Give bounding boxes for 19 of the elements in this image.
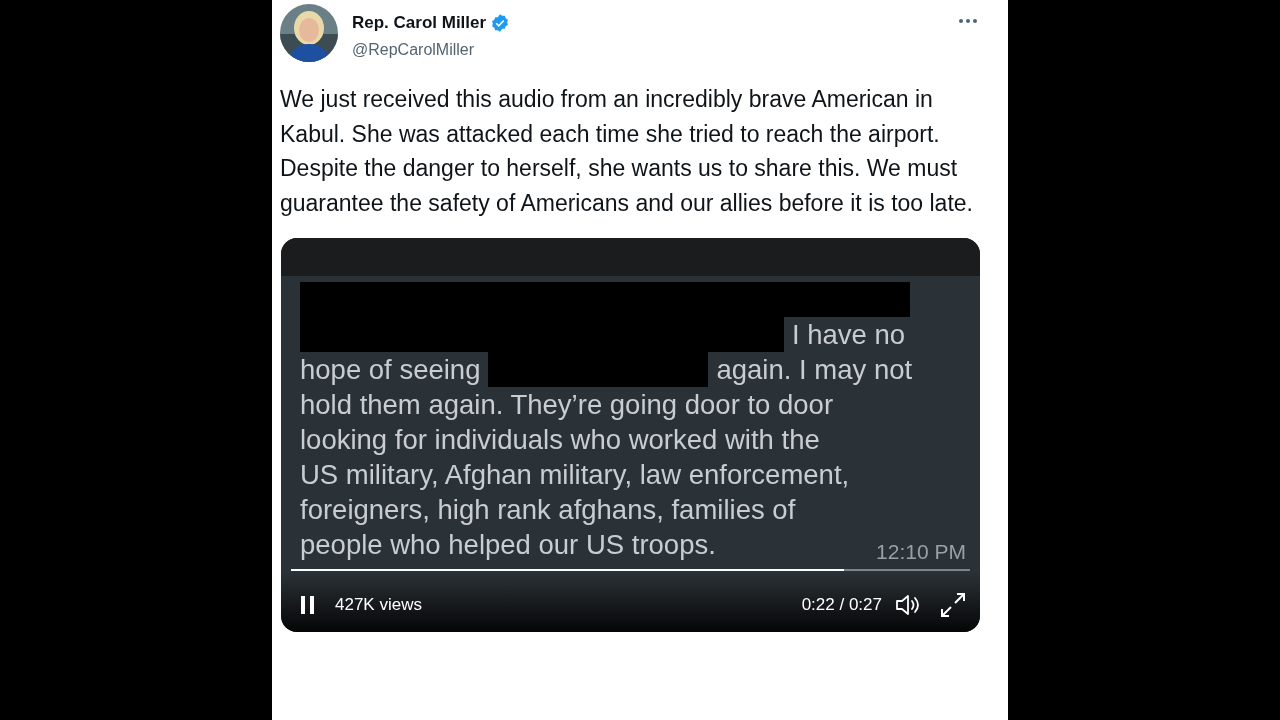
view-count: 427K views xyxy=(335,594,422,617)
more-options-icon[interactable] xyxy=(958,18,978,24)
message-time: 12:10 PM xyxy=(876,539,966,565)
volume-icon[interactable] xyxy=(894,593,922,617)
message-text: hold them again. They’re going door to door xyxy=(300,387,834,422)
message-text: I have no xyxy=(792,317,906,352)
message-text: people who helped our US troops. xyxy=(300,527,716,562)
video-player[interactable] xyxy=(281,238,980,632)
tweet-text: We just received this audio from an incredibly brave American in Kabul. She was attacked each time she tried to reach the airport. Despite the danger to herself, she wants us to share this. We must guarantee the safety of Americans and our allies before it is too late. xyxy=(280,85,974,218)
message-text: US military, Afghan military, law enforcement, xyxy=(300,457,850,492)
message-text: foreigners, high rank afghans, families of xyxy=(300,492,796,527)
message-text: again. I may not xyxy=(716,352,913,387)
fullscreen-icon[interactable] xyxy=(940,592,966,618)
author-handle[interactable]: @RepCarolMiller xyxy=(352,37,944,62)
message-text: looking for individuals who worked with the xyxy=(300,422,820,457)
video-time: 0:22 / 0:27 xyxy=(801,594,882,617)
author-name[interactable]: Rep. Carol Miller xyxy=(352,10,487,36)
message-text: hope of seeing xyxy=(300,352,481,387)
pause-icon[interactable] xyxy=(299,594,317,616)
